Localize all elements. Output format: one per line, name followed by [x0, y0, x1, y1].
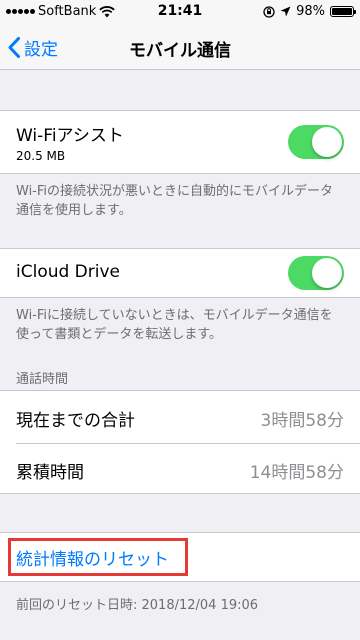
- icloud-drive-group: iCloud Drive: [0, 248, 360, 298]
- status-bar: SoftBank 21:41 98%: [0, 0, 360, 24]
- wifi-assist-cell: Wi-Fiアシスト 20.5 MB: [0, 111, 360, 175]
- call-time-row-value: 3時間58分: [260, 411, 344, 431]
- call-time-row-label: 累積時間: [16, 463, 84, 483]
- battery-fill: [332, 8, 352, 15]
- call-time-group: 現在までの合計 3時間58分 累積時間 14時間58分: [0, 390, 360, 494]
- call-time-row: 累積時間 14時間58分: [0, 443, 360, 494]
- toggle-knob: [312, 258, 342, 288]
- call-time-row-value: 14時間58分: [249, 463, 344, 483]
- page-title: モバイル通信: [129, 41, 231, 61]
- icloud-drive-toggle[interactable]: [288, 256, 344, 290]
- wifi-assist-footer: Wi-Fiの接続状況が悪いときに自動的にモバイルデータ通信を使用します。: [16, 184, 334, 218]
- icloud-drive-footer: Wi-Fiに接続していないときは、モバイルデータ通信を使って書類とデータを転送し…: [16, 308, 333, 342]
- orientation-lock-icon: [263, 5, 275, 18]
- wifi-assist-label: Wi-Fiアシスト: [16, 126, 124, 146]
- last-reset-text: 前回のリセット日時: 2018/12/04 19:06: [16, 598, 259, 613]
- call-time-row: 現在までの合計 3時間58分: [0, 391, 360, 443]
- wifi-assist-group: Wi-Fiアシスト 20.5 MB: [0, 110, 360, 174]
- call-time-header: 通話時間: [16, 372, 69, 387]
- call-time-row-label: 現在までの合計: [16, 411, 135, 431]
- battery-icon: [330, 6, 356, 17]
- wifi-assist-data-used: 20.5 MB: [16, 149, 66, 163]
- navigation-bar: 設定 モバイル通信: [0, 24, 360, 70]
- icloud-drive-cell: iCloud Drive: [0, 249, 360, 299]
- battery-percent: 98%: [296, 4, 325, 19]
- wifi-assist-toggle[interactable]: [288, 125, 344, 159]
- status-right: 98%: [263, 4, 356, 19]
- highlight-annotation: [8, 538, 188, 576]
- location-icon: [280, 6, 291, 17]
- icloud-drive-label: iCloud Drive: [16, 262, 121, 282]
- toggle-knob: [312, 127, 342, 157]
